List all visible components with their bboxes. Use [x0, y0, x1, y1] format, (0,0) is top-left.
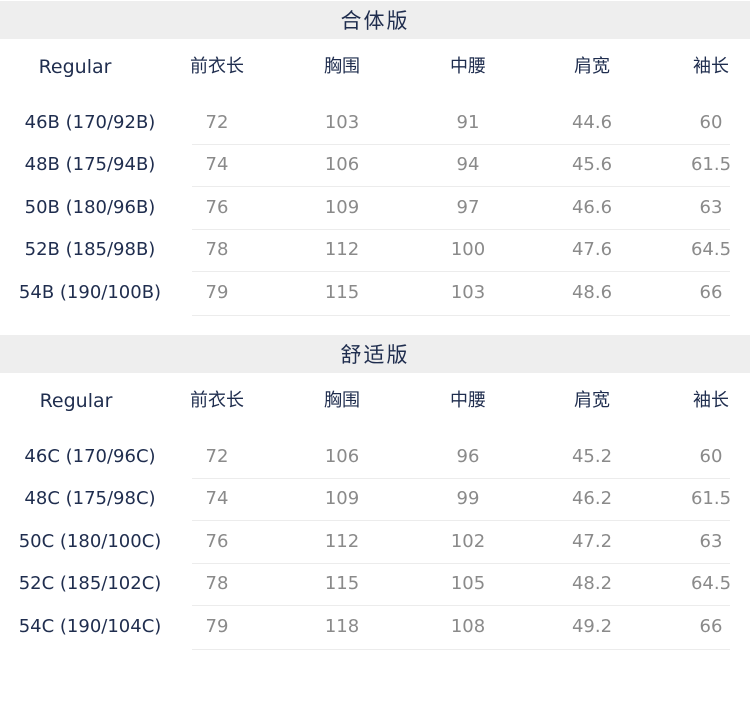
- waist-value: 94: [456, 154, 480, 175]
- row-divider: [192, 315, 730, 316]
- waist-value: 96: [456, 446, 480, 467]
- front-length-value: 76: [205, 197, 229, 218]
- waist-value: 97: [456, 197, 480, 218]
- shoulder-value: 45.2: [571, 446, 613, 467]
- size-label: 46B (170/92B): [24, 112, 156, 133]
- front-length-value: 78: [205, 573, 229, 594]
- shoulder-value: 46.6: [571, 197, 613, 218]
- table-row: 54B (190/100B) 79 115 103 48.6 66: [0, 272, 750, 314]
- chest-value: 109: [324, 197, 360, 218]
- sleeve-value: 66: [699, 616, 723, 637]
- column-header-shoulder: 肩宽: [574, 56, 610, 77]
- table-row: 48C (175/98C) 74 109 99 46.2 61.5: [0, 478, 750, 520]
- chest-value: 109: [324, 488, 360, 509]
- size-label: 46C (170/96C): [24, 446, 156, 467]
- waist-value: 105: [450, 573, 486, 594]
- column-header-front-length: 前衣长: [190, 390, 244, 411]
- front-length-value: 76: [205, 531, 229, 552]
- shoulder-value: 49.2: [571, 616, 613, 637]
- chest-value: 112: [324, 239, 360, 260]
- waist-value: 91: [456, 112, 480, 133]
- sleeve-value: 61.5: [690, 154, 732, 175]
- front-length-value: 79: [205, 616, 229, 637]
- front-length-value: 72: [205, 446, 229, 467]
- column-header-shoulder: 肩宽: [574, 390, 610, 411]
- table-header-row: Regular 前衣长 胸围 中腰 肩宽 袖长: [0, 52, 750, 82]
- table-row: 50C (180/100C) 76 112 102 47.2 63: [0, 521, 750, 563]
- size-label: 48B (175/94B): [24, 154, 156, 175]
- waist-value: 100: [450, 239, 486, 260]
- sleeve-value: 60: [699, 112, 723, 133]
- table-row: 46C (170/96C) 72 106 96 45.2 60: [0, 436, 750, 478]
- chest-value: 106: [324, 154, 360, 175]
- column-header-waist: 中腰: [450, 56, 486, 77]
- waist-value: 99: [456, 488, 480, 509]
- table-row: 54C (190/104C) 79 118 108 49.2 66: [0, 606, 750, 648]
- size-label: 54B (190/100B): [18, 282, 162, 303]
- shoulder-value: 44.6: [571, 112, 613, 133]
- sleeve-value: 64.5: [690, 573, 732, 594]
- sleeve-value: 63: [699, 197, 723, 218]
- sleeve-value: 66: [699, 282, 723, 303]
- table-row: 48B (175/94B) 74 106 94 45.6 61.5: [0, 144, 750, 186]
- waist-value: 102: [450, 531, 486, 552]
- column-header-chest: 胸围: [324, 390, 360, 411]
- chest-value: 112: [324, 531, 360, 552]
- sleeve-value: 61.5: [690, 488, 732, 509]
- sleeve-value: 64.5: [690, 239, 732, 260]
- size-label: 52C (185/102C): [18, 573, 162, 594]
- size-label: 52B (185/98B): [24, 239, 156, 260]
- chest-value: 106: [324, 446, 360, 467]
- column-header-size: Regular: [38, 56, 112, 78]
- section-title: 合体版: [0, 1, 750, 39]
- waist-value: 108: [450, 616, 486, 637]
- table-row: 50B (180/96B) 76 109 97 46.6 63: [0, 187, 750, 229]
- table-row: 46B (170/92B) 72 103 91 44.6 60: [0, 102, 750, 144]
- shoulder-value: 45.6: [571, 154, 613, 175]
- shoulder-value: 46.2: [571, 488, 613, 509]
- column-header-chest: 胸围: [324, 56, 360, 77]
- table-header-row: Regular 前衣长 胸围 中腰 肩宽 袖长: [0, 386, 750, 416]
- shoulder-value: 47.6: [571, 239, 613, 260]
- size-label: 48C (175/98C): [24, 488, 156, 509]
- waist-value: 103: [450, 282, 486, 303]
- table-row: 52C (185/102C) 78 115 105 48.2 64.5: [0, 563, 750, 605]
- front-length-value: 72: [205, 112, 229, 133]
- row-divider: [192, 649, 730, 650]
- section-title: 舒适版: [0, 335, 750, 373]
- shoulder-value: 48.6: [571, 282, 613, 303]
- front-length-value: 79: [205, 282, 229, 303]
- table-row: 52B (185/98B) 78 112 100 47.6 64.5: [0, 229, 750, 271]
- chest-value: 103: [324, 112, 360, 133]
- size-label: 50C (180/100C): [18, 531, 162, 552]
- shoulder-value: 48.2: [571, 573, 613, 594]
- shoulder-value: 47.2: [571, 531, 613, 552]
- front-length-value: 74: [205, 488, 229, 509]
- column-header-sleeve: 袖长: [693, 390, 729, 411]
- front-length-value: 74: [205, 154, 229, 175]
- front-length-value: 78: [205, 239, 229, 260]
- chest-value: 115: [324, 573, 360, 594]
- column-header-front-length: 前衣长: [190, 56, 244, 77]
- column-header-sleeve: 袖长: [693, 56, 729, 77]
- chest-value: 118: [324, 616, 360, 637]
- sleeve-value: 60: [699, 446, 723, 467]
- column-header-waist: 中腰: [450, 390, 486, 411]
- chest-value: 115: [324, 282, 360, 303]
- size-label: 50B (180/96B): [24, 197, 156, 218]
- size-label: 54C (190/104C): [18, 616, 162, 637]
- sleeve-value: 63: [699, 531, 723, 552]
- column-header-size: Regular: [39, 390, 113, 412]
